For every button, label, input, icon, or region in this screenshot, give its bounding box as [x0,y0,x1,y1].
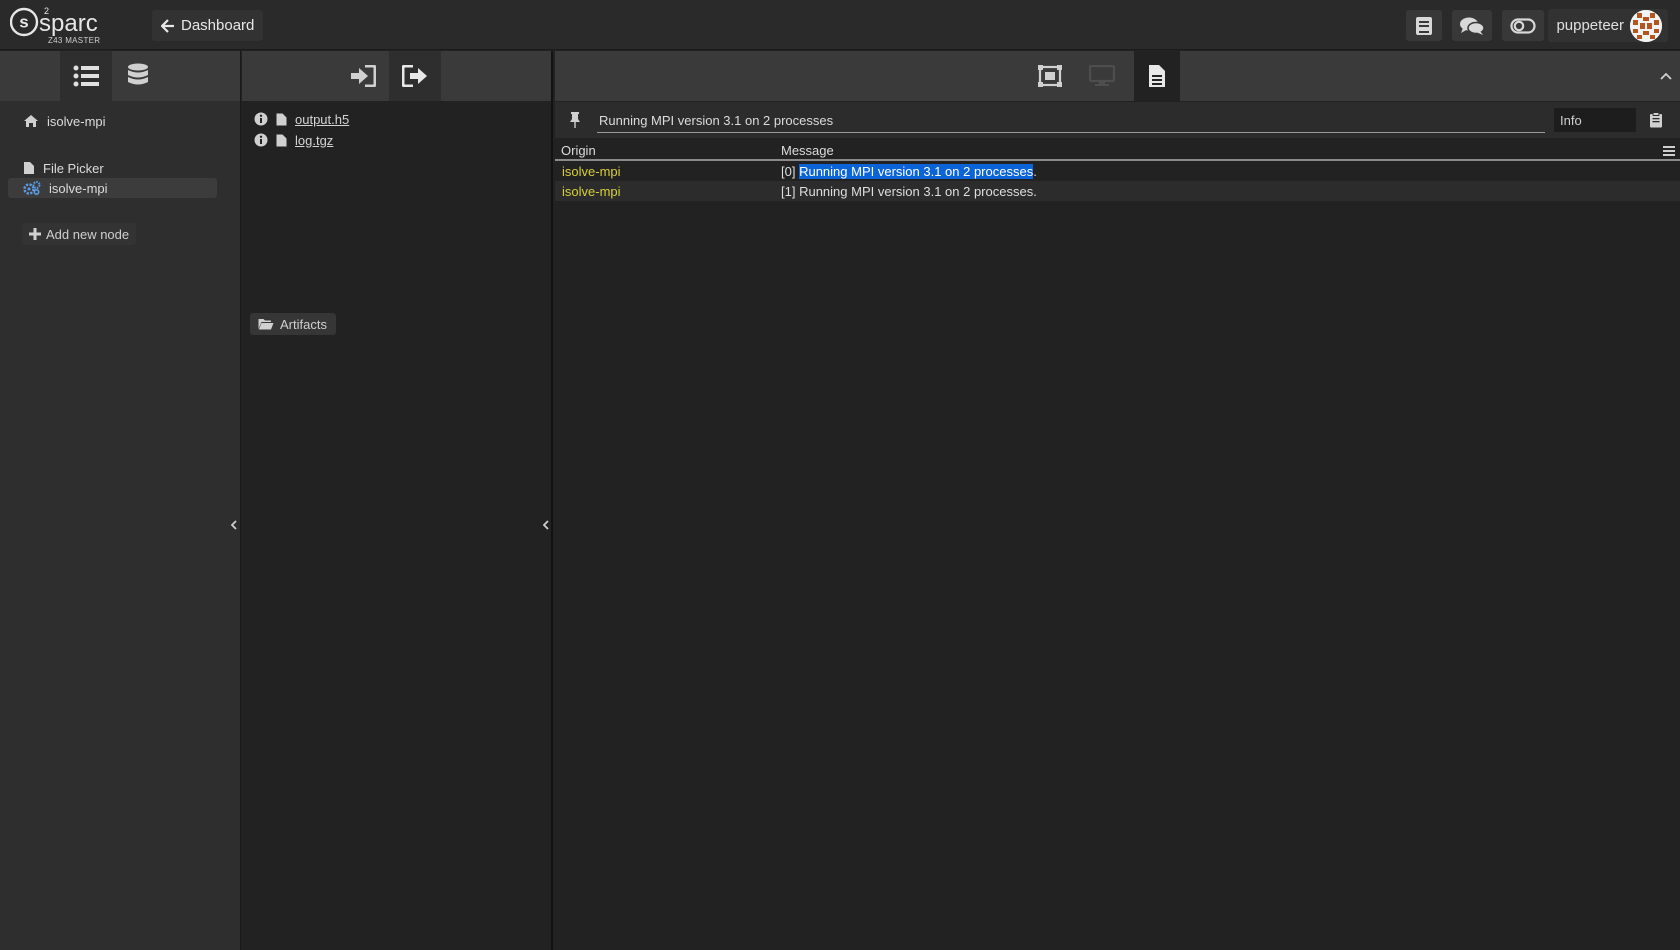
object-group-icon [1038,65,1062,87]
log-message: [0] Running MPI version 3.1 on 2 process… [781,164,1037,179]
log-message-suffix: Running MPI version 3.1 on 2 processes. [799,184,1037,199]
sidebar-item-label: File Picker [43,160,104,176]
file-icon [276,113,287,125]
log-filter-input[interactable] [597,109,1545,133]
plus-icon [29,228,41,240]
tab-outputs[interactable] [389,51,441,101]
view-tabs [555,51,1680,101]
logo-subtitle: Z43 MASTER [48,36,101,45]
log-message-suffix: . [1033,164,1037,179]
output-file-link[interactable]: output.h5 [295,112,349,127]
collapse-sidebar-handle[interactable] [227,516,239,534]
cogs-icon [23,181,41,195]
artifacts-button[interactable]: Artifacts [250,313,336,335]
study-tree-sidebar: isolve-mpi File Picker isolve-mpi Add ne… [0,51,241,950]
log-table-header: Origin Message [555,139,1680,161]
info-icon[interactable] [254,133,268,147]
file-icon [276,134,287,146]
column-header-origin[interactable]: Origin [561,143,596,158]
tab-logger[interactable] [1134,51,1180,101]
tab-storage[interactable] [112,51,164,101]
column-menu-button[interactable] [1663,144,1675,159]
dashboard-label: Dashboard [181,17,255,34]
output-file-row: log.tgz [254,131,333,149]
log-origin: isolve-mpi [562,164,621,179]
database-icon [128,63,148,85]
log-message: [1] Running MPI version 3.1 on 2 process… [781,184,1037,199]
copy-logs-button[interactable] [1649,112,1663,131]
tab-inputs[interactable] [337,51,389,101]
menu-icon [1663,146,1675,156]
sidebar-item-isolve-mpi[interactable]: isolve-mpi [8,178,217,198]
info-icon[interactable] [254,112,268,126]
chevron-up-icon [1660,72,1672,80]
log-origin: isolve-mpi [562,184,621,199]
user-menu-button[interactable]: puppeteer [1548,9,1668,42]
comments-icon [1460,17,1485,35]
node-view-panel: Info Origin Message isolve-mpi [0] Runni… [555,51,1680,950]
theme-toggle-button[interactable] [1502,10,1544,41]
sidebar-item-label: isolve-mpi [49,180,108,196]
arrow-left-icon [161,18,174,33]
desktop-icon [1089,65,1115,86]
sign-in-icon [351,65,376,87]
file-icon [24,162,34,174]
toggle-icon [1510,17,1536,34]
study-root-label: isolve-mpi [47,113,106,129]
column-header-message[interactable]: Message [781,143,834,158]
thumbtack-icon [570,112,580,128]
sidebar-item-file-picker[interactable]: File Picker [8,158,217,178]
log-message-prefix: [1] [781,184,800,199]
study-root-item[interactable]: isolve-mpi [8,111,217,131]
svg-text:s: s [19,13,28,32]
log-row[interactable]: isolve-mpi [1] Running MPI version 3.1 o… [555,181,1680,201]
pin-button[interactable] [569,112,581,131]
log-message-prefix: [0] [781,164,800,179]
chevron-left-icon [542,520,549,530]
log-level-value: Info [1560,112,1582,128]
add-new-node-button[interactable]: Add new node [22,223,137,245]
ports-tabs [242,51,551,101]
logo-mark: s sparc 2 [10,6,98,37]
log-table: Origin Message isolve-mpi [0] Running MP… [555,139,1680,201]
sidebar-tabs [0,51,240,101]
home-icon [24,115,38,127]
user-name: puppeteer [1556,17,1624,34]
list-icon [73,65,99,87]
osparc-logo[interactable]: s sparc 2 Z43 MASTER [10,6,106,46]
top-navigation-bar: s sparc 2 Z43 MASTER Dashboard puppeteer [0,0,1680,50]
tab-workbench[interactable] [1024,51,1076,101]
log-row[interactable]: isolve-mpi [0] Running MPI version 3.1 o… [555,161,1680,181]
artifacts-label: Artifacts [280,316,327,332]
tab-iframe-view[interactable] [1076,51,1128,101]
output-file-row: output.h5 [254,110,349,128]
collapse-view-button[interactable] [1658,69,1674,83]
manual-button[interactable] [1406,10,1442,41]
file-text-icon [1149,65,1165,87]
output-file-link[interactable]: log.tgz [295,133,333,148]
collapse-ports-handle[interactable] [539,516,551,534]
clipboard-icon [1650,112,1662,128]
logo-superscript: 2 [44,6,49,16]
avatar [1630,9,1662,42]
chevron-left-icon [230,520,237,530]
tab-nodes-tree[interactable] [60,51,112,101]
add-new-node-label: Add new node [46,226,130,242]
chat-button[interactable] [1452,10,1492,41]
log-level-select[interactable]: Info [1554,108,1636,132]
avatar-pattern-icon [1630,9,1662,42]
sign-out-icon [402,65,427,87]
dashboard-button[interactable]: Dashboard [152,10,264,41]
node-ports-panel: output.h5 log.tgz Artifacts [242,51,553,950]
logger-toolbar: Info [555,102,1680,138]
log-message-selection: Running MPI version 3.1 on 2 processes [799,164,1034,179]
book-icon [1416,16,1432,35]
folder-open-icon [258,319,274,330]
